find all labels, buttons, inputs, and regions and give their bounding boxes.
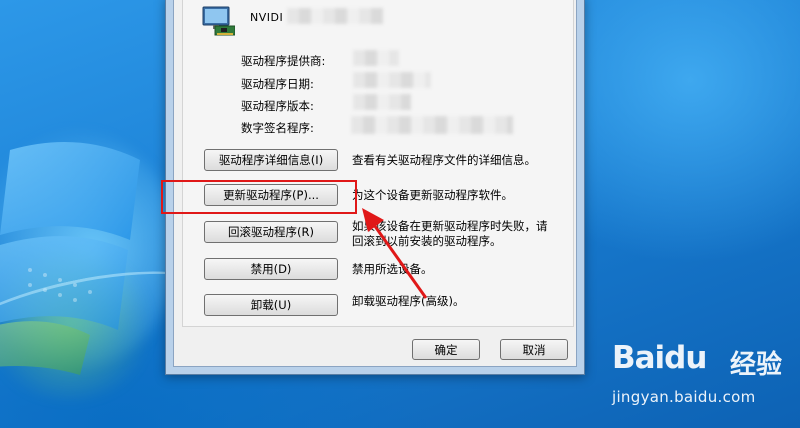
provider-label: 驱动程序提供商:	[241, 54, 326, 68]
watermark-brand: Baidu	[612, 340, 707, 376]
signer-label: 数字签名程序:	[241, 121, 314, 135]
update-driver-description: 为这个设备更新驱动程序软件。	[352, 188, 513, 202]
redacted-version	[353, 94, 411, 110]
highlight-box	[161, 180, 357, 214]
display-adapter-icon	[202, 6, 235, 36]
version-label: 驱动程序版本:	[241, 99, 314, 113]
date-label: 驱动程序日期:	[241, 77, 314, 91]
driver-details-description: 查看有关驱动程序文件的详细信息。	[352, 153, 536, 167]
redacted-provider	[353, 50, 399, 66]
uninstall-driver-button[interactable]: 卸载(U)	[204, 294, 338, 316]
disable-device-description: 禁用所选设备。	[352, 262, 433, 276]
redacted-signer	[351, 116, 513, 134]
uninstall-driver-description: 卸载驱动程序(高级)。	[352, 294, 465, 308]
redacted-date	[353, 72, 431, 88]
rollback-driver-button[interactable]: 回滚驱动程序(R)	[204, 221, 338, 243]
watermark-url: jingyan.baidu.com	[612, 388, 756, 406]
baidu-watermark: Baidu 经验 jingyan.baidu.com	[612, 340, 798, 416]
cancel-button[interactable]: 取消	[500, 339, 568, 360]
redacted-device-name	[287, 8, 383, 24]
driver-tab-panel: NVIDI 驱动程序提供商: 驱动程序日期: 驱动程序版本: 数字签名程序: 驱…	[182, 0, 574, 327]
watermark-brand-cn: 经验	[730, 350, 783, 380]
device-name: NVIDI	[250, 11, 284, 24]
rollback-driver-description-2: 回滚到以前安装的驱动程序。	[352, 234, 502, 248]
rollback-driver-description-1: 如果该设备在更新驱动程序时失败，请	[352, 219, 548, 233]
ok-button[interactable]: 确定	[412, 339, 480, 360]
driver-details-button[interactable]: 驱动程序详细信息(I)	[204, 149, 338, 171]
disable-device-button[interactable]: 禁用(D)	[204, 258, 338, 280]
